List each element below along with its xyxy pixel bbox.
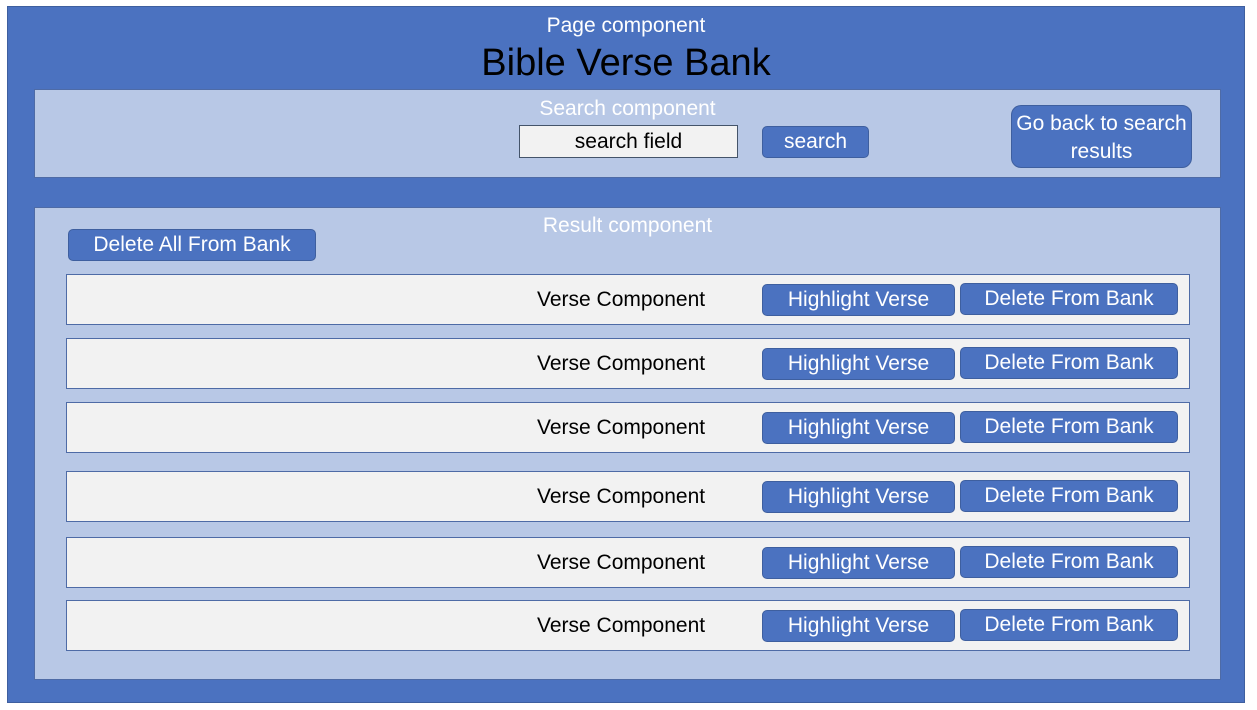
- verse-component-label: Verse Component: [537, 485, 706, 508]
- delete-from-bank-button[interactable]: Delete From Bank: [960, 411, 1178, 443]
- verse-component: Verse Component Highlight Verse Delete F…: [66, 274, 1190, 325]
- verse-component-label: Verse Component: [537, 614, 706, 637]
- verse-component-label: Verse Component: [537, 416, 706, 439]
- search-input[interactable]: [519, 125, 738, 158]
- verse-component-label: Verse Component: [537, 352, 706, 375]
- verse-component-label: Verse Component: [537, 288, 706, 311]
- highlight-verse-button[interactable]: Highlight Verse: [762, 610, 955, 642]
- verse-component: Verse Component Highlight Verse Delete F…: [66, 402, 1190, 453]
- page-component-label: Page component: [546, 14, 706, 37]
- delete-from-bank-button[interactable]: Delete From Bank: [960, 480, 1178, 512]
- delete-all-button[interactable]: Delete All From Bank: [68, 229, 316, 261]
- highlight-verse-button[interactable]: Highlight Verse: [762, 348, 955, 380]
- verse-component: Verse Component Highlight Verse Delete F…: [66, 537, 1190, 588]
- verse-component: Verse Component Highlight Verse Delete F…: [66, 600, 1190, 651]
- delete-from-bank-button[interactable]: Delete From Bank: [960, 347, 1178, 379]
- highlight-verse-button[interactable]: Highlight Verse: [762, 412, 955, 444]
- highlight-verse-button[interactable]: Highlight Verse: [762, 481, 955, 513]
- page-component: Page component Bible Verse Bank Search c…: [7, 6, 1245, 703]
- back-to-results-button[interactable]: Go back to search results: [1011, 105, 1192, 168]
- page-title: Bible Verse Bank: [481, 42, 771, 84]
- highlight-verse-button[interactable]: Highlight Verse: [762, 284, 955, 316]
- delete-from-bank-button[interactable]: Delete From Bank: [960, 609, 1178, 641]
- verse-component-label: Verse Component: [537, 551, 706, 574]
- search-button[interactable]: search: [762, 126, 869, 158]
- verse-component: Verse Component Highlight Verse Delete F…: [66, 471, 1190, 522]
- result-component: Result component Delete All From Bank Ve…: [34, 207, 1221, 680]
- verse-component: Verse Component Highlight Verse Delete F…: [66, 338, 1190, 389]
- delete-from-bank-button[interactable]: Delete From Bank: [960, 546, 1178, 578]
- search-component: Search component search Go back to searc…: [34, 89, 1221, 178]
- delete-from-bank-button[interactable]: Delete From Bank: [960, 283, 1178, 315]
- highlight-verse-button[interactable]: Highlight Verse: [762, 547, 955, 579]
